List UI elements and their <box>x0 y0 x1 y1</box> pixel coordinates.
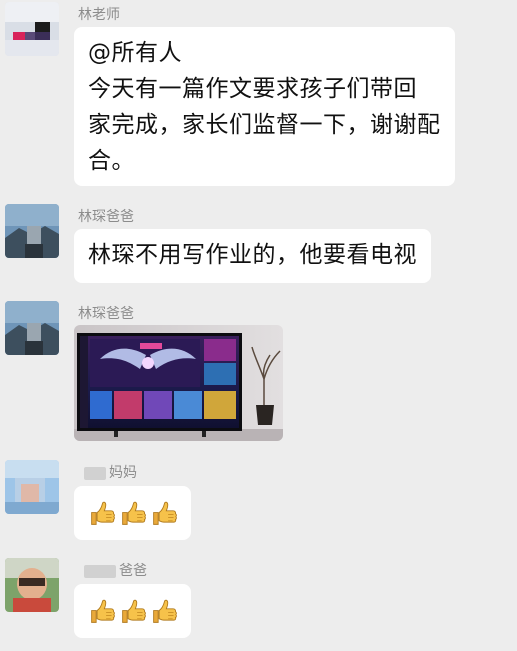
sender-name: 林琛爸爸 <box>78 209 134 225</box>
avatar[interactable] <box>5 301 59 355</box>
message-bubble[interactable] <box>74 584 191 638</box>
avatar[interactable] <box>5 204 59 258</box>
thumbs-up-icon <box>119 597 148 626</box>
avatar[interactable] <box>5 558 59 612</box>
sender-name: 妈妈 <box>78 462 137 482</box>
redacted-name-block <box>84 466 106 480</box>
redacted-name-block <box>84 564 116 578</box>
message-bubble[interactable] <box>74 486 191 540</box>
thumbs-up-icon <box>119 499 148 528</box>
thumbs-up-icon <box>88 597 117 626</box>
message-bubble[interactable]: 林琛不用写作业的，他要看电视 <box>74 229 431 283</box>
thumbs-up-icon <box>88 499 117 528</box>
avatar[interactable] <box>5 2 59 56</box>
thumbs-up-icon <box>150 499 179 528</box>
sender-name: 爸爸 <box>78 560 147 580</box>
message-text-line: @所有人 <box>88 40 182 66</box>
sender-name: 林老师 <box>78 7 120 23</box>
sender-name-text: 爸爸 <box>119 563 147 579</box>
tv-photo[interactable] <box>74 325 283 441</box>
sender-name-text: 妈妈 <box>109 465 137 481</box>
thumbs-up-icon <box>150 597 179 626</box>
message-text-line: 合。 <box>88 148 135 174</box>
sender-name: 林琛爸爸 <box>78 306 134 322</box>
message-text-line: 今天有一篇作文要求孩子们带回 <box>88 76 417 102</box>
message-text-line: 家完成，家长们监督一下，谢谢配 <box>88 112 441 138</box>
message-text-line: 林琛不用写作业的，他要看电视 <box>88 242 417 268</box>
message-bubble[interactable]: @所有人 今天有一篇作文要求孩子们带回 家完成，家长们监督一下，谢谢配 合。 <box>74 27 455 186</box>
chat-area: 林老师 @所有人 今天有一篇作文要求孩子们带回 家完成，家长们监督一下，谢谢配 … <box>0 0 517 651</box>
avatar[interactable] <box>5 460 59 514</box>
